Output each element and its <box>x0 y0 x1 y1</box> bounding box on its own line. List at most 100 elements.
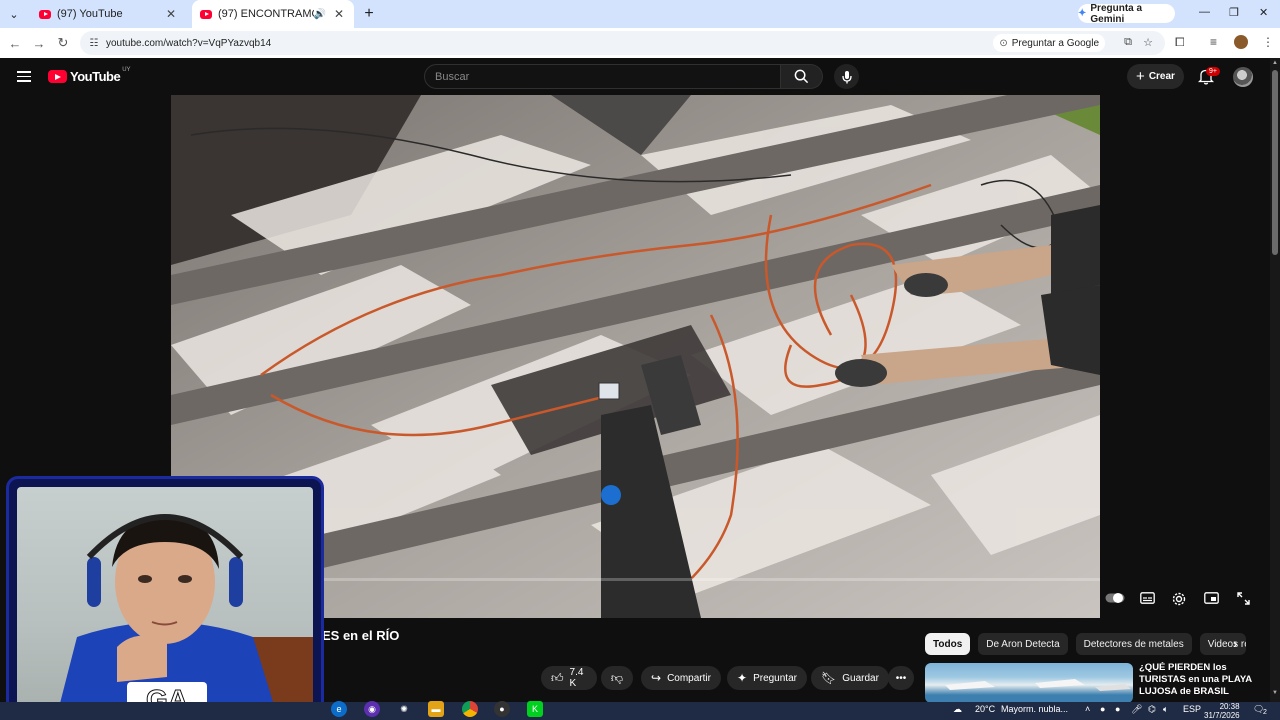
tray-app-icon[interactable]: ● <box>1115 704 1120 714</box>
save-label: Guardar <box>842 672 879 684</box>
hamburger-menu-icon[interactable] <box>17 71 31 82</box>
app-icon[interactable]: ◉ <box>364 701 380 717</box>
account-avatar[interactable] <box>1233 67 1253 87</box>
subtitles-icon[interactable] <box>1140 592 1155 607</box>
ask-button[interactable]: ✦ Preguntar <box>727 666 807 690</box>
youtube-play-icon <box>48 70 67 83</box>
chip-detectores[interactable]: Detectores de metales <box>1075 633 1192 655</box>
voice-search-button[interactable] <box>834 64 859 89</box>
gemini-label: Pregunta a Gemini <box>1090 2 1143 25</box>
lens-icon: ⊙ <box>999 37 1008 49</box>
like-count: 7.4 K <box>569 667 584 689</box>
new-tab-button[interactable]: + <box>358 5 380 23</box>
weather-icon: ☁ <box>953 704 962 714</box>
search-button[interactable] <box>781 64 823 89</box>
recording-app-icon[interactable]: ● <box>494 701 510 717</box>
chrome-profile-avatar[interactable] <box>1234 35 1248 49</box>
restore-icon[interactable]: ❐ <box>1229 6 1239 19</box>
gemini-button[interactable]: ✦ Pregunta a Gemini <box>1078 2 1175 25</box>
bookmark-star-icon[interactable]: ☆ <box>1143 36 1153 49</box>
youtube-header: YouTube UY + Crear 9+ <box>0 58 1270 95</box>
notifications-badge: 9+ <box>1206 67 1220 76</box>
clock-time: 20:38 <box>1219 702 1240 711</box>
close-tab-icon[interactable]: ✕ <box>332 7 346 21</box>
notification-count: 2 <box>1263 709 1267 716</box>
thumbs-up-icon: 👍︎ <box>551 670 564 685</box>
sparkle-icon: ✦ <box>737 671 748 685</box>
kick-icon[interactable]: K <box>527 701 543 717</box>
save-button[interactable]: 🔖︎ Guardar <box>811 666 889 690</box>
more-horizontal-icon: ••• <box>895 672 907 684</box>
browser-tab-youtube[interactable]: (97) YouTube ✕ <box>31 0 186 28</box>
reload-icon[interactable]: ↻ <box>51 35 75 51</box>
page-scrollbar[interactable]: ▲ ▼ <box>1270 58 1280 702</box>
forward-icon[interactable]: → <box>27 36 51 51</box>
fullscreen-icon[interactable] <box>1237 592 1250 608</box>
weather-description[interactable]: Mayorm. nubla... <box>1001 704 1068 714</box>
share-button[interactable]: ↪ Compartir <box>641 666 721 690</box>
speaker-icon[interactable]: 🔊 <box>314 9 326 20</box>
extensions-icon[interactable]: ⧠ <box>1175 35 1185 50</box>
youtube-wordmark: YouTube <box>70 69 121 84</box>
chip-todos[interactable]: Todos <box>925 633 971 655</box>
youtube-favicon-icon <box>200 9 212 19</box>
scroll-up-icon[interactable]: ▲ <box>1272 60 1278 66</box>
search-input[interactable] <box>435 70 780 83</box>
webcam-feed <box>17 487 313 715</box>
address-bar[interactable]: ☷ youtube.com/watch?v=VqPYazvqb14 ⊙ Preg… <box>80 31 1165 55</box>
clock-date: 31/7/2026 <box>1204 711 1240 720</box>
plus-icon: + <box>1136 68 1145 85</box>
browser-tab-video[interactable]: (97) ENCONTRAMOS BOLSA 🔊 ✕ <box>192 0 354 28</box>
scrollbar-thumb[interactable] <box>1272 70 1278 255</box>
close-tab-icon[interactable]: ✕ <box>164 7 178 21</box>
system-clock[interactable]: 20:38 31/7/2026 <box>1204 702 1240 720</box>
scroll-down-icon[interactable]: ▼ <box>1272 690 1278 696</box>
chrome-icon[interactable] <box>462 701 478 717</box>
autoplay-toggle-icon[interactable] <box>1105 592 1125 607</box>
dislike-button[interactable]: 👎︎ <box>601 666 633 690</box>
tab-title: (97) YouTube <box>57 8 123 20</box>
site-info-icon[interactable]: ☷ <box>82 38 106 49</box>
tab-title: (97) ENCONTRAMOS BOLSA <box>218 8 314 20</box>
volume-icon[interactable]: 🔈︎ <box>1163 704 1168 715</box>
ask-google-label: Preguntar a Google <box>1011 37 1099 49</box>
ask-google-button[interactable]: ⊙ Preguntar a Google <box>993 34 1105 52</box>
back-icon[interactable]: ← <box>3 36 27 51</box>
media-controls-icon[interactable]: ≡ <box>1210 35 1217 49</box>
like-button[interactable]: 👍︎ 7.4 K <box>541 666 597 690</box>
more-actions-button[interactable]: ••• <box>888 666 914 690</box>
chip-videos[interactable]: Videos re <box>1199 633 1246 655</box>
thumbs-down-icon: 👎︎ <box>610 670 624 685</box>
minimize-icon[interactable]: — <box>1199 6 1210 18</box>
create-button[interactable]: + Crear <box>1127 64 1184 89</box>
close-window-icon[interactable]: ✕ <box>1259 6 1268 19</box>
chevron-right-icon[interactable]: › <box>1233 635 1238 651</box>
webcam-overlay: GA <box>6 476 324 720</box>
youtube-logo[interactable]: YouTube UY <box>48 67 131 84</box>
file-explorer-icon[interactable]: ▬ <box>428 701 444 717</box>
network-icon[interactable]: ⌬ <box>1148 704 1156 715</box>
weather-temperature[interactable]: 20°C <box>975 704 995 714</box>
microphone-tray-icon[interactable]: 🎤︎ <box>1131 704 1142 715</box>
chip-aron-detecta[interactable]: De Aron Detecta <box>978 633 1068 655</box>
ask-label: Preguntar <box>753 672 797 684</box>
suggested-video-title[interactable]: ¿QUÉ PIERDEN los TURISTAS en una PLAYA L… <box>1139 662 1259 698</box>
miniplayer-icon[interactable] <box>1204 592 1219 607</box>
tab-search-button[interactable]: ⌄ <box>3 3 25 25</box>
share-icon: ↪ <box>651 671 662 685</box>
settings-gear-icon[interactable] <box>1172 592 1186 609</box>
edge-icon[interactable]: e <box>331 701 347 717</box>
video-title: ES en el RÍO <box>322 628 400 643</box>
chatgpt-icon[interactable]: ✺ <box>396 701 412 717</box>
bookmark-icon: 🔖︎ <box>821 671 837 685</box>
create-label: Crear <box>1148 71 1175 82</box>
search-icon <box>794 69 809 84</box>
language-indicator[interactable]: ESP <box>1183 704 1201 714</box>
chrome-menu-icon[interactable]: ⋮ <box>1262 35 1274 49</box>
tray-expand-icon[interactable]: ˄ <box>1085 704 1090 714</box>
url-text: youtube.com/watch?v=VqPYazvqb14 <box>106 37 272 49</box>
suggested-video-thumbnail[interactable] <box>925 663 1133 703</box>
recommendation-chips: Todos De Aron Detecta Detectores de meta… <box>925 633 1246 655</box>
install-app-icon[interactable]: ⧉ <box>1124 36 1132 49</box>
tray-app-icon[interactable]: ● <box>1100 704 1105 714</box>
